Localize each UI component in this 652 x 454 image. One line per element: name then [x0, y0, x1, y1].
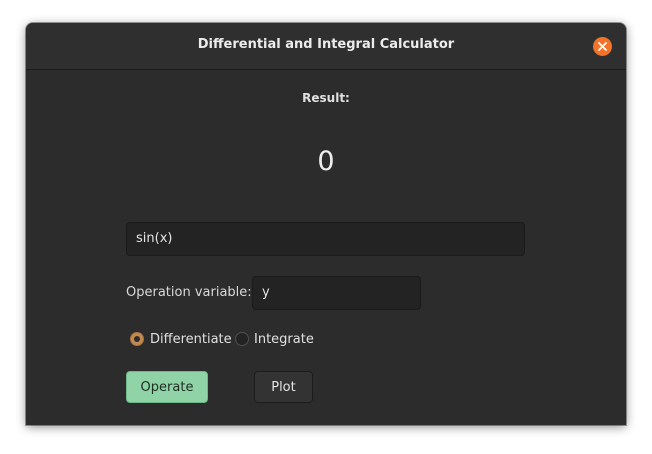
close-icon: [598, 42, 607, 51]
operate-button[interactable]: Operate: [126, 371, 208, 403]
integrate-radio[interactable]: [235, 332, 249, 346]
differentiate-radio[interactable]: [130, 332, 144, 346]
title-bar[interactable]: Differential and Integral Calculator: [26, 23, 626, 70]
expression-input[interactable]: sin(x): [126, 222, 525, 256]
operation-variable-label: Operation variable:: [126, 285, 252, 300]
plot-button[interactable]: Plot: [254, 371, 313, 403]
operation-variable-input[interactable]: y: [252, 276, 421, 310]
result-label: Result:: [302, 91, 350, 105]
window-title: Differential and Integral Calculator: [197, 37, 455, 52]
integrate-label[interactable]: Integrate: [254, 332, 314, 348]
app-window: Differential and Integral Calculator Res…: [26, 23, 626, 425]
close-button[interactable]: [593, 37, 612, 56]
result-value: 0: [317, 146, 335, 177]
differentiate-label[interactable]: Differentiate: [150, 332, 232, 348]
